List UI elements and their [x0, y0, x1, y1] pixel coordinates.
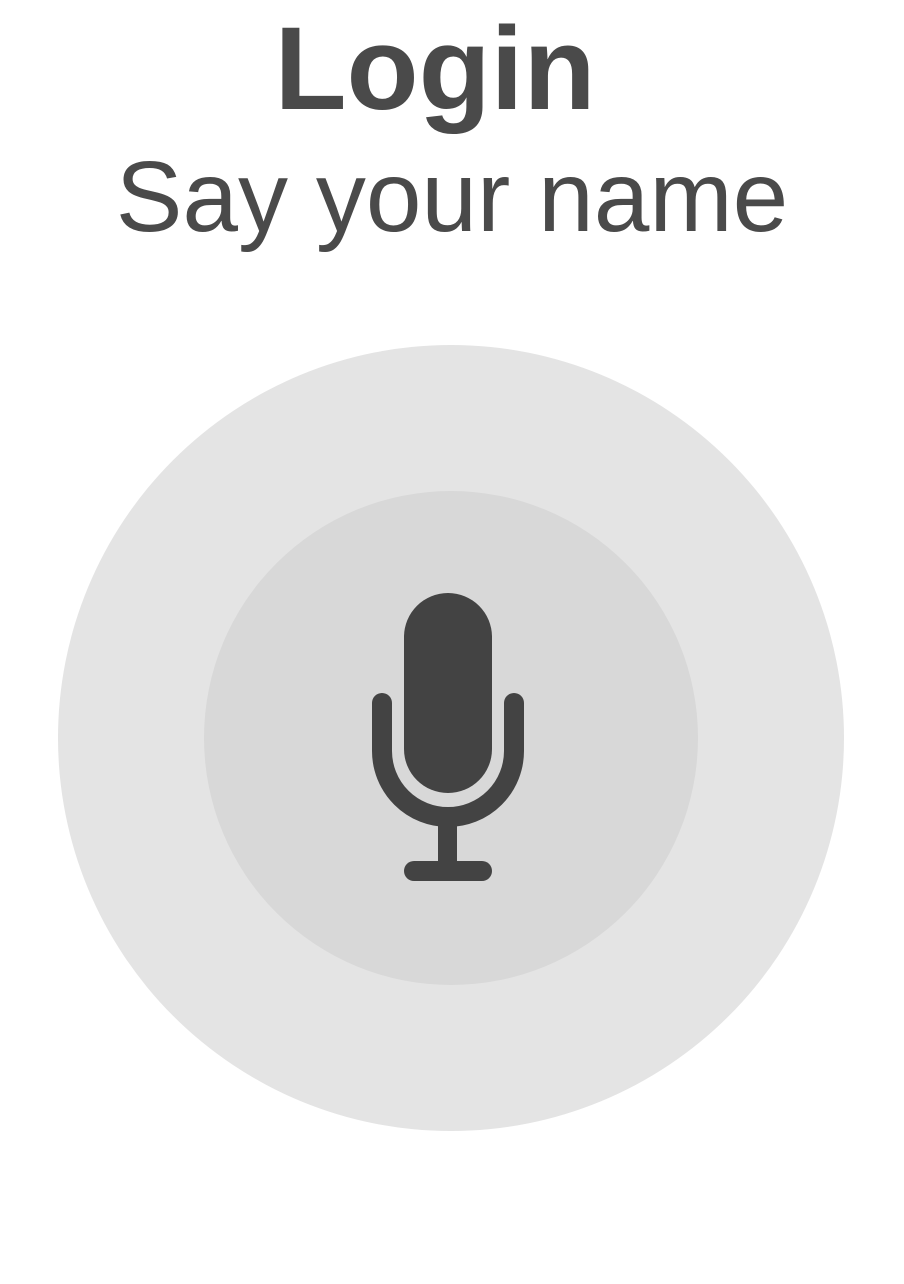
voice-input-inner-ring[interactable] — [204, 491, 698, 985]
voice-input-button[interactable] — [58, 345, 844, 1131]
page-subtitle: Say your name — [115, 141, 789, 253]
microphone-icon — [372, 593, 524, 881]
page-title: Login — [274, 3, 596, 135]
